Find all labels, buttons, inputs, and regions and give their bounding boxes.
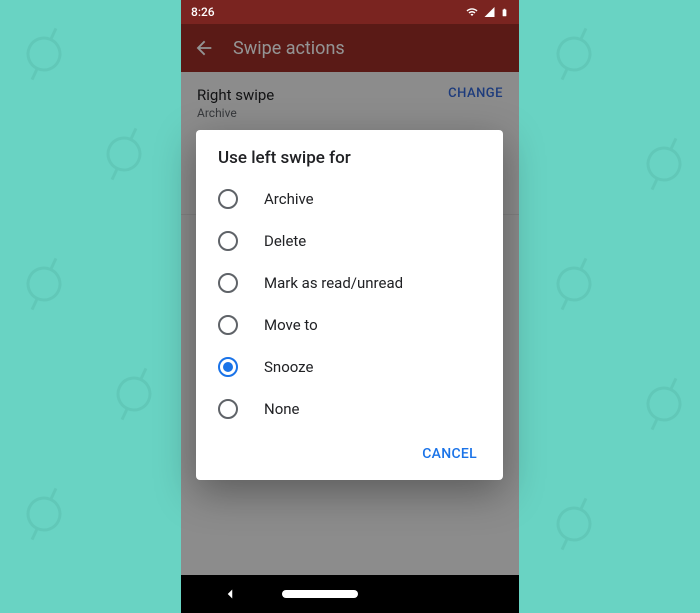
radio-label: Snooze — [264, 358, 313, 376]
nav-back-icon[interactable] — [221, 585, 239, 603]
radio-label: Move to — [264, 316, 318, 334]
radio-icon — [218, 189, 238, 209]
radio-label: Mark as read/unread — [264, 274, 403, 292]
radio-list: Archive Delete Mark as read/unread Move to S… — [196, 178, 503, 430]
left-swipe-dialog: Use left swipe for Archive Delete Mark as … — [196, 130, 503, 480]
radio-icon — [218, 231, 238, 251]
radio-option[interactable]: Delete — [196, 220, 503, 262]
status-time: 8:26 — [191, 5, 215, 19]
radio-label: Archive — [264, 190, 314, 208]
signal-icon — [483, 6, 496, 18]
radio-option[interactable]: Mark as read/unread — [196, 262, 503, 304]
status-bar: 8:26 — [181, 0, 519, 24]
radio-label: None — [264, 400, 300, 418]
radio-option[interactable]: Archive — [196, 178, 503, 220]
radio-icon — [218, 399, 238, 419]
dialog-title: Use left swipe for — [196, 148, 503, 178]
radio-icon — [218, 357, 238, 377]
radio-option[interactable]: None — [196, 388, 503, 430]
radio-label: Delete — [264, 232, 306, 250]
radio-icon — [218, 315, 238, 335]
nav-home-pill[interactable] — [282, 590, 358, 598]
battery-icon — [500, 6, 509, 19]
cancel-button[interactable]: CANCEL — [414, 440, 485, 468]
status-icons — [465, 6, 509, 19]
system-nav-bar — [181, 575, 519, 613]
radio-option[interactable]: Snooze — [196, 346, 503, 388]
radio-option[interactable]: Move to — [196, 304, 503, 346]
radio-icon — [218, 273, 238, 293]
wifi-icon — [465, 6, 479, 18]
